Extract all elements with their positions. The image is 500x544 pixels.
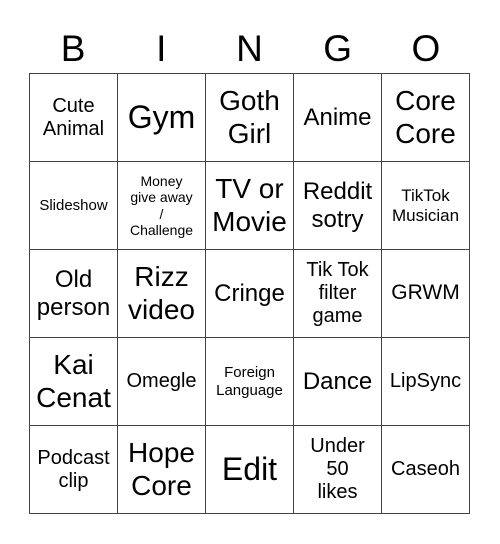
cell-text: Tik Tok filter game <box>306 259 369 327</box>
bingo-cell[interactable]: Cringe <box>206 250 294 338</box>
bingo-cell[interactable]: GRWM <box>382 250 470 338</box>
header-letter-i: I <box>156 28 167 69</box>
bingo-cell[interactable]: Gym <box>118 74 206 162</box>
bingo-cell[interactable]: Tik Tok filter game <box>294 250 382 338</box>
bingo-cell[interactable]: Kai Cenat <box>30 338 118 426</box>
header-letter-g: G <box>323 28 353 69</box>
cell-text: Caseoh <box>391 458 460 480</box>
bingo-cell[interactable]: Core Core <box>382 74 470 162</box>
bingo-cell[interactable]: Money give away / Challenge <box>118 162 206 250</box>
bingo-cell[interactable]: Dance <box>294 338 382 426</box>
bingo-board: Cute Animal Gym Goth Girl Anime Core Cor… <box>29 73 470 514</box>
cell-text: Cute Animal <box>42 94 105 140</box>
cell-text: TikTok Musician <box>391 185 460 225</box>
cell-text: TV or Movie <box>212 173 287 237</box>
cell-text: Dance <box>302 367 373 395</box>
cell-text: Podcast clip <box>37 446 110 492</box>
cell-text: Anime <box>303 103 372 131</box>
header-letter-o: O <box>411 28 441 69</box>
bingo-cell[interactable]: Foreign Language <box>206 338 294 426</box>
bingo-cell[interactable]: Anime <box>294 74 382 162</box>
bingo-cell[interactable]: Old person <box>30 250 118 338</box>
cell-text: Gym <box>127 99 196 136</box>
cell-text: Reddit sotry <box>302 177 373 233</box>
bingo-cell[interactable]: Edit <box>206 426 294 514</box>
cell-text: Slideshow <box>39 196 108 214</box>
cell-text: Hope Core <box>128 437 195 501</box>
bingo-cell[interactable]: Podcast clip <box>30 426 118 514</box>
cell-text: Old person <box>36 265 111 321</box>
cell-text: Kai Cenat <box>36 349 111 413</box>
bingo-cell[interactable]: TikTok Musician <box>382 162 470 250</box>
bingo-cell[interactable]: Cute Animal <box>30 74 118 162</box>
bingo-cell[interactable]: Under 50 likes <box>294 426 382 514</box>
cell-text: Edit <box>221 451 278 488</box>
header-letter-b: B <box>60 28 86 69</box>
bingo-cell[interactable]: Reddit sotry <box>294 162 382 250</box>
bingo-cell[interactable]: Slideshow <box>30 162 118 250</box>
cell-text: Foreign Language <box>216 364 283 399</box>
cell-text: Omegle <box>126 370 197 392</box>
bingo-cell[interactable]: LipSync <box>382 338 470 426</box>
header-letter-n: N <box>236 28 263 69</box>
cell-text: Money give away / Challenge <box>129 173 194 238</box>
bingo-cell[interactable]: Hope Core <box>118 426 206 514</box>
cell-text: Cringe <box>214 279 285 307</box>
cell-text: Goth Girl <box>219 85 280 149</box>
bingo-cell[interactable]: Caseoh <box>382 426 470 514</box>
cell-text: Rizz video <box>128 261 195 325</box>
cell-text: Under 50 likes <box>310 435 365 503</box>
bingo-cell[interactable]: Goth Girl <box>206 74 294 162</box>
bingo-header: B I N G O <box>29 26 470 72</box>
cell-text: Core Core <box>395 85 456 149</box>
bingo-cell[interactable]: Omegle <box>118 338 206 426</box>
cell-text: LipSync <box>389 370 462 392</box>
bingo-cell[interactable]: TV or Movie <box>206 162 294 250</box>
cell-text: GRWM <box>391 281 460 305</box>
bingo-cell[interactable]: Rizz video <box>118 250 206 338</box>
